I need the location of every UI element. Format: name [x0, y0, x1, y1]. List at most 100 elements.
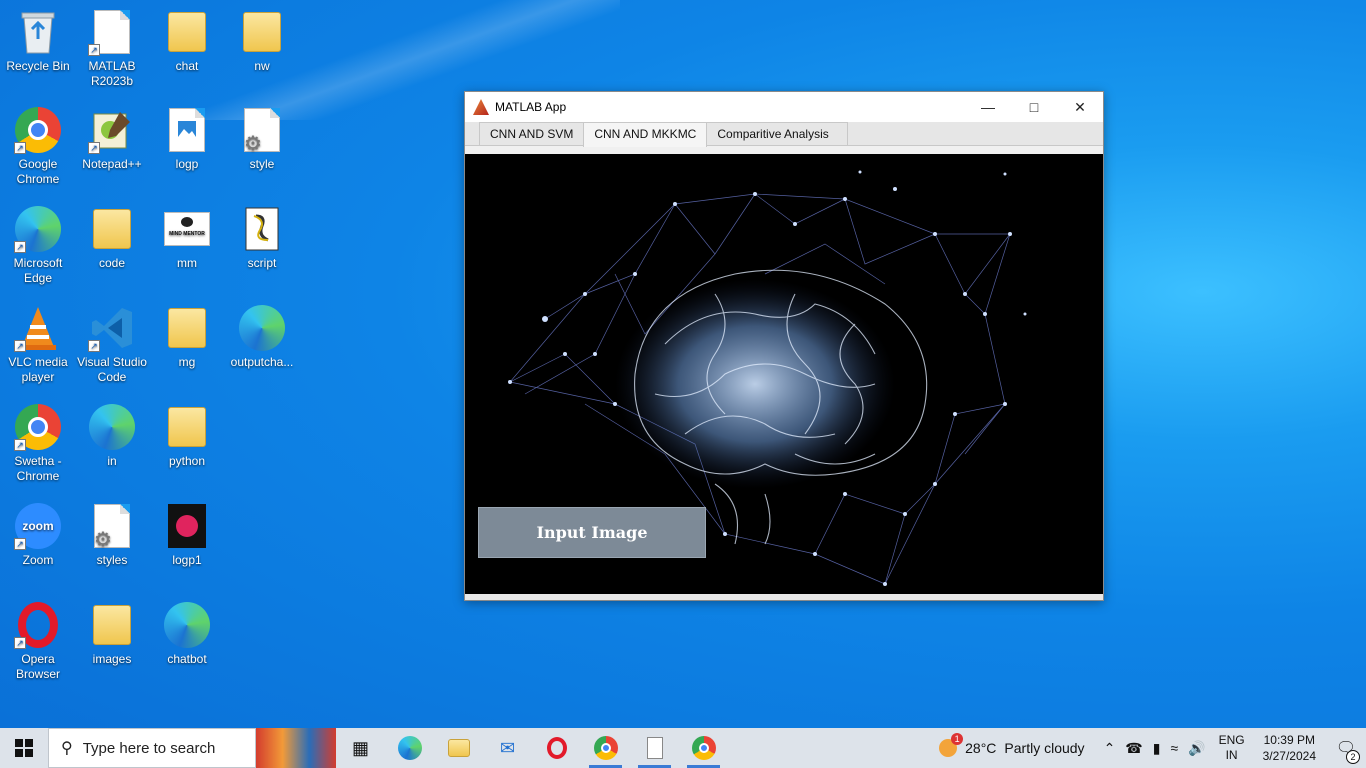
desktop-icon-mm[interactable]: MIND MENTOR mm — [149, 205, 225, 271]
window-titlebar[interactable]: MATLAB App — □ ✕ — [465, 92, 1103, 122]
desktop-icon-label: styles — [96, 553, 128, 567]
desktop-icon-vlc[interactable]: ↗ VLC media player — [0, 304, 76, 385]
desktop-icon-label: chatbot — [167, 652, 207, 666]
desktop-icon-label: images — [92, 652, 132, 666]
minimize-button[interactable]: — — [965, 92, 1011, 122]
image-thumbnail-icon: MIND MENTOR — [163, 205, 211, 253]
desktop-icon-swetha-chrome[interactable]: ↗ Swetha - Chrome — [0, 403, 76, 484]
edge-icon — [397, 736, 422, 760]
mail-icon: ✉ — [499, 737, 516, 758]
desktop-icon-label: chat — [175, 59, 199, 73]
desktop-icon-mg[interactable]: mg — [149, 304, 225, 370]
desktop-icon-vscode[interactable]: ↗ Visual Studio Code — [74, 304, 150, 385]
desktop-icon-images[interactable]: images — [74, 601, 150, 667]
desktop-icon-chat[interactable]: chat — [149, 8, 225, 74]
maximize-button[interactable]: □ — [1011, 92, 1057, 122]
desktop-icon-label: python — [168, 454, 206, 468]
desktop-icon-label: Google Chrome — [16, 157, 60, 186]
battery-icon[interactable]: ▮ — [1148, 740, 1166, 757]
desktop-icon-label: Swetha - Chrome — [14, 454, 62, 483]
system-tray: 1 28°C Partly cloudy ⌃ ☎ ▮ ≈ 🔊 ENG IN 10… — [929, 728, 1366, 768]
close-button[interactable]: ✕ — [1057, 92, 1103, 122]
desktop-icon-chatbot[interactable]: chatbot — [149, 601, 225, 667]
tab-cnn-and-svm[interactable]: CNN AND SVM — [479, 122, 585, 145]
taskbar-search-box[interactable]: ⚲ Type here to search — [48, 728, 256, 768]
folder-icon — [88, 601, 136, 649]
desktop-icon-logp[interactable]: logp — [149, 106, 225, 172]
desktop-icon-recycle-bin[interactable]: Recycle Bin — [0, 8, 76, 74]
edge-icon: ↗ — [14, 205, 62, 253]
taskbar-chrome-profile-button[interactable] — [679, 728, 728, 768]
desktop-icon-outputchat[interactable]: outputcha... — [224, 304, 300, 370]
opera-icon: ↗ — [14, 601, 62, 649]
window-status-strip — [465, 594, 1103, 600]
matlab-app-window[interactable]: MATLAB App — □ ✕ CNN AND SVM CNN AND MKK… — [464, 91, 1104, 601]
input-image-button[interactable]: Input Image — [478, 507, 706, 558]
notification-center-button[interactable]: 🗨 2 — [1326, 738, 1366, 764]
clock[interactable]: 10:39 PM 3/27/2024 — [1253, 732, 1326, 764]
language-indicator[interactable]: ENG IN — [1211, 733, 1253, 763]
wifi-icon[interactable]: ≈ — [1165, 740, 1183, 756]
desktop-icon-label: code — [98, 256, 126, 270]
folder-icon — [163, 8, 211, 56]
taskbar-chrome-button[interactable] — [581, 728, 630, 768]
desktop-icon-in[interactable]: in — [74, 403, 150, 469]
desktop-icon-label: VLC media player — [8, 355, 68, 384]
taskbar-edge-button[interactable] — [385, 728, 434, 768]
document-icon — [646, 737, 663, 759]
desktop-icon-label: style — [249, 157, 275, 171]
zoom-icon: zoom ↗ — [14, 502, 62, 550]
desktop-icon-zoom[interactable]: zoom ↗ Zoom — [0, 502, 76, 568]
language-region: IN — [1225, 748, 1238, 762]
weather-icon: 1 — [939, 733, 964, 757]
windows-logo-icon — [15, 739, 33, 757]
folder-icon — [88, 205, 136, 253]
meet-icon[interactable]: ☎ — [1120, 740, 1147, 757]
image-thumbnail-icon — [163, 502, 211, 550]
folder-icon — [163, 403, 211, 451]
matlab-icon — [473, 99, 489, 115]
desktop-icon-label: outputcha... — [230, 355, 294, 369]
desktop-icon-label: MATLAB R2023b — [88, 59, 136, 88]
desktop-icon-script[interactable]: script — [224, 205, 300, 271]
desktop-icon-style[interactable]: ⚙ style — [224, 106, 300, 172]
script-file-icon — [238, 205, 286, 253]
brain-image-panel: Input Image — [465, 154, 1103, 595]
volume-icon[interactable]: 🔊 — [1183, 740, 1210, 757]
search-placeholder: Type here to search — [82, 739, 216, 757]
tab-cnn-and-mkkmc[interactable]: CNN AND MKKMC — [583, 122, 708, 147]
chevron-up-icon[interactable]: ⌃ — [1099, 740, 1121, 757]
clock-date: 3/27/2024 — [1262, 749, 1316, 763]
weather-widget[interactable]: 1 28°C Partly cloudy — [929, 733, 1098, 757]
notepad-plus-plus-icon: ↗ — [88, 106, 136, 154]
file-explorer-icon — [447, 739, 470, 757]
desktop-icon-code[interactable]: code — [74, 205, 150, 271]
desktop-icon-matlab[interactable]: ↗ MATLAB R2023b — [74, 8, 150, 89]
desktop-icon-label: in — [107, 454, 117, 468]
chrome-icon — [691, 736, 716, 760]
taskbar-document-button[interactable] — [630, 728, 679, 768]
desktop-icon-label: mm — [177, 256, 197, 270]
start-button[interactable] — [0, 728, 48, 768]
tab-comparitive-analysis[interactable]: Comparitive Analysis — [706, 122, 848, 145]
desktop-icon-styles[interactable]: ⚙ styles — [74, 502, 150, 568]
desktop-icon-label: script — [247, 256, 277, 270]
desktop-icon-label: logp — [175, 157, 199, 171]
desktop-icon-opera[interactable]: ↗ Opera Browser — [0, 601, 76, 682]
desktop-icon-microsoft-edge[interactable]: ↗ Microsoft Edge — [0, 205, 76, 286]
weather-badge: 1 — [951, 733, 964, 745]
taskbar-opera-button[interactable] — [532, 728, 581, 768]
desktop-icon-logp1[interactable]: logp1 — [149, 502, 225, 568]
search-highlight-image[interactable] — [256, 728, 336, 768]
task-view-button[interactable]: ▦ — [336, 728, 385, 768]
taskbar-mail-button[interactable]: ✉ — [483, 728, 532, 768]
desktop-icon-nw[interactable]: nw — [224, 8, 300, 74]
taskbar-file-explorer-button[interactable] — [434, 728, 483, 768]
desktop-icon-python[interactable]: python — [149, 403, 225, 469]
desktop-icon-label: Microsoft Edge — [13, 256, 63, 285]
desktop-icon-label: logp1 — [172, 553, 202, 567]
desktop-icon-label: mg — [178, 355, 196, 369]
desktop-icon-google-chrome[interactable]: ↗ Google Chrome — [0, 106, 76, 187]
folder-icon — [163, 304, 211, 352]
desktop-icon-notepad-plus-plus[interactable]: ↗ Notepad++ — [74, 106, 150, 172]
